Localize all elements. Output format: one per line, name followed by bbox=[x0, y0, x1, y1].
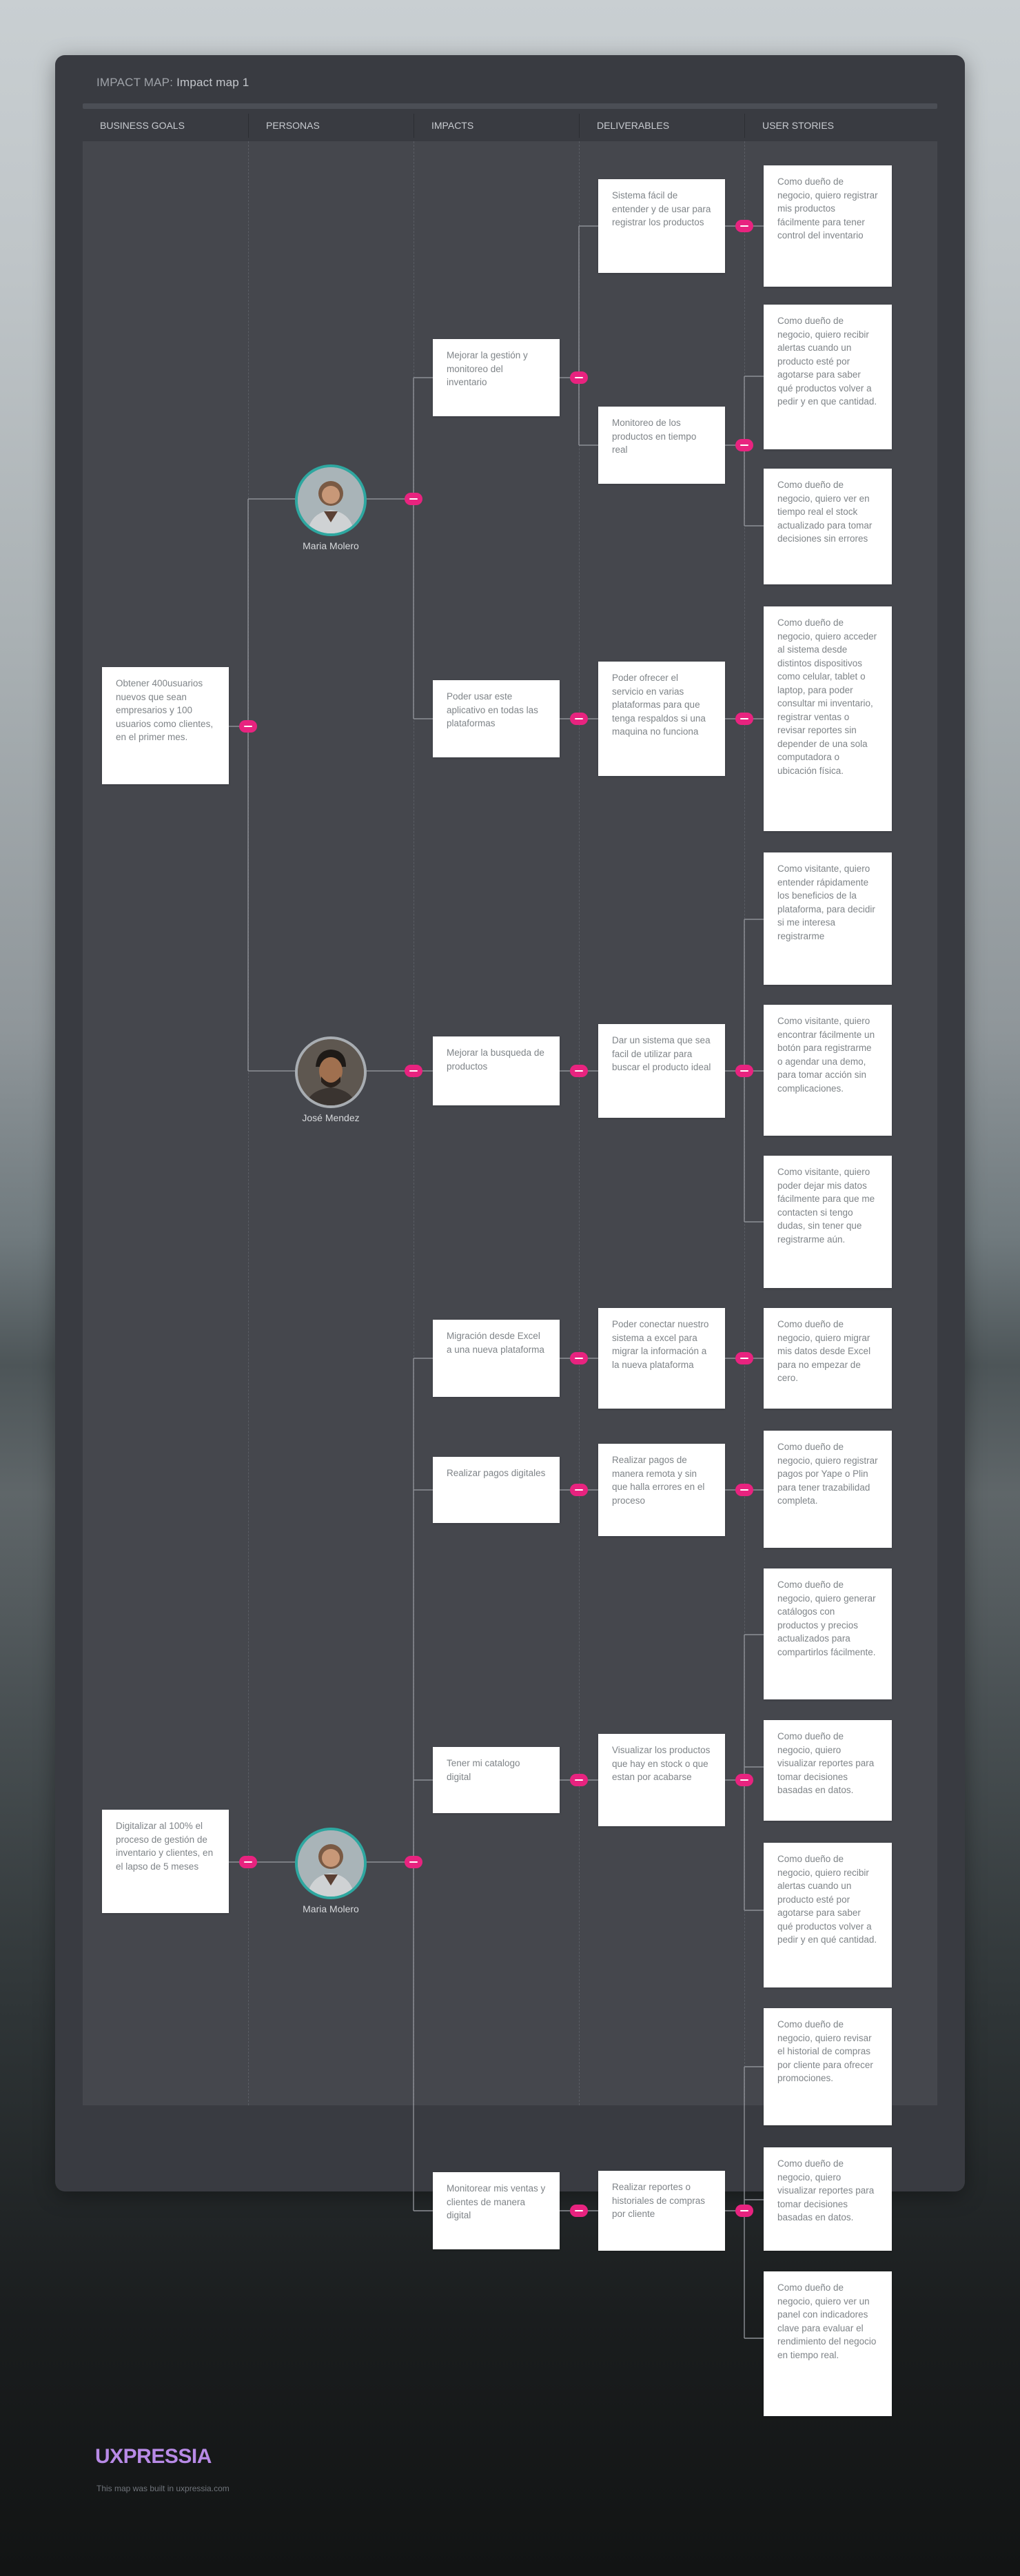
persona[interactable]: Maria Molero bbox=[293, 1828, 369, 1914]
collapse-toggle-icon[interactable] bbox=[735, 1774, 753, 1786]
impact-card[interactable]: Migración desde Excel a una nueva plataf… bbox=[433, 1320, 560, 1397]
collapse-toggle-icon[interactable] bbox=[570, 2205, 588, 2217]
collapse-toggle-icon[interactable] bbox=[735, 220, 753, 232]
user-story-card[interactable]: Como dueño de negocio, quiero ver en tie… bbox=[764, 469, 892, 584]
collapse-toggle-icon[interactable] bbox=[405, 1065, 422, 1077]
impact-card[interactable]: Tener mi catalogo digital bbox=[433, 1747, 560, 1813]
collapse-toggle-icon[interactable] bbox=[239, 1856, 257, 1868]
user-story-card[interactable]: Como dueño de negocio, quiero ver un pan… bbox=[764, 2271, 892, 2416]
woman-avatar-icon bbox=[295, 1828, 367, 1899]
impact-card[interactable]: Realizar pagos digitales bbox=[433, 1457, 560, 1523]
brand-logo[interactable]: UXPRESSIA bbox=[95, 2445, 212, 2468]
user-story-card[interactable]: Como dueño de negocio, quiero visualizar… bbox=[764, 1720, 892, 1821]
collapse-toggle-icon[interactable] bbox=[570, 1065, 588, 1077]
user-story-card[interactable]: Como visitante, quiero encontrar fácilme… bbox=[764, 1005, 892, 1136]
goal-card[interactable]: Obtener 400usuarios nuevos que sean empr… bbox=[102, 667, 229, 784]
collapse-toggle-icon[interactable] bbox=[570, 371, 588, 384]
user-story-card[interactable]: Como dueño de negocio, quiero generar ca… bbox=[764, 1568, 892, 1699]
user-story-card[interactable]: Como dueño de negocio, quiero acceder al… bbox=[764, 606, 892, 831]
built-with-text: This map was built in uxpressia.com bbox=[96, 2484, 229, 2493]
user-story-card[interactable]: Como dueño de negocio, quiero recibir al… bbox=[764, 1843, 892, 1987]
persona-name: José Mendez bbox=[302, 1112, 360, 1123]
impact-card[interactable]: Poder usar este aplicativo en todas las … bbox=[433, 680, 560, 757]
collapse-toggle-icon[interactable] bbox=[570, 1484, 588, 1496]
persona-name: Maria Molero bbox=[303, 1903, 359, 1914]
deliverable-card[interactable]: Poder ofrecer el servicio en varias plat… bbox=[598, 662, 725, 776]
deliverable-card[interactable]: Realizar reportes o historiales de compr… bbox=[598, 2171, 725, 2251]
collapse-toggle-icon[interactable] bbox=[735, 439, 753, 451]
deliverable-card[interactable]: Sistema fácil de entender y de usar para… bbox=[598, 179, 725, 273]
impact-card[interactable]: Mejorar la gestión y monitoreo del inven… bbox=[433, 339, 560, 416]
collapse-toggle-icon[interactable] bbox=[239, 720, 257, 733]
deliverable-card[interactable]: Monitoreo de los productos en tiempo rea… bbox=[598, 407, 725, 484]
collapse-toggle-icon[interactable] bbox=[735, 2205, 753, 2217]
deliverable-card[interactable]: Poder conectar nuestro sistema a excel p… bbox=[598, 1308, 725, 1409]
deliverable-card[interactable]: Realizar pagos de manera remota y sin qu… bbox=[598, 1444, 725, 1536]
impact-card[interactable]: Mejorar la busqueda de productos bbox=[433, 1036, 560, 1105]
woman-avatar-icon bbox=[295, 464, 367, 536]
collapse-toggle-icon[interactable] bbox=[735, 1352, 753, 1364]
user-story-card[interactable]: Como dueño de negocio, quiero registrar … bbox=[764, 1431, 892, 1548]
user-story-card[interactable]: Como dueño de negocio, quiero revisar el… bbox=[764, 2008, 892, 2125]
impact-map-panel: IMPACT MAP: Impact map 1 BUSINESS GOALS … bbox=[55, 55, 965, 2416]
persona[interactable]: Maria Molero bbox=[293, 464, 369, 551]
user-story-card[interactable]: Como dueño de negocio, quiero visualizar… bbox=[764, 2147, 892, 2251]
collapse-toggle-icon[interactable] bbox=[735, 713, 753, 725]
collapse-toggle-icon[interactable] bbox=[570, 713, 588, 725]
persona[interactable]: José Mendez bbox=[293, 1036, 369, 1123]
user-story-card[interactable]: Como dueño de negocio, quiero migrar mis… bbox=[764, 1308, 892, 1409]
persona-name: Maria Molero bbox=[303, 540, 359, 551]
collapse-toggle-icon[interactable] bbox=[570, 1774, 588, 1786]
collapse-toggle-icon[interactable] bbox=[405, 493, 422, 505]
deliverable-card[interactable]: Dar un sistema que sea facil de utilizar… bbox=[598, 1024, 725, 1118]
goal-card[interactable]: Digitalizar al 100% el proceso de gestió… bbox=[102, 1810, 229, 1913]
man-avatar-icon bbox=[295, 1036, 367, 1108]
user-story-card[interactable]: Como dueño de negocio, quiero registrar … bbox=[764, 165, 892, 287]
collapse-toggle-icon[interactable] bbox=[735, 1065, 753, 1077]
collapse-toggle-icon[interactable] bbox=[570, 1352, 588, 1364]
deliverable-card[interactable]: Visualizar los productos que hay en stoc… bbox=[598, 1734, 725, 1826]
user-story-card[interactable]: Como visitante, quiero entender rápidame… bbox=[764, 852, 892, 985]
collapse-toggle-icon[interactable] bbox=[405, 1856, 422, 1868]
collapse-toggle-icon[interactable] bbox=[735, 1484, 753, 1496]
user-story-card[interactable]: Como dueño de negocio, quiero recibir al… bbox=[764, 305, 892, 449]
user-story-card[interactable]: Como visitante, quiero poder dejar mis d… bbox=[764, 1156, 892, 1288]
impact-card[interactable]: Monitorear mis ventas y clientes de mane… bbox=[433, 2172, 560, 2249]
